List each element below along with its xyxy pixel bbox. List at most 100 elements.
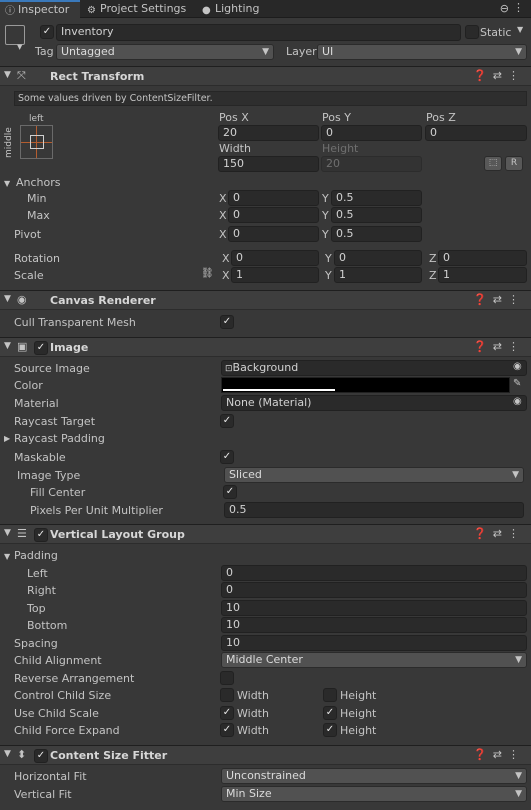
raw-edit-button[interactable]: R — [505, 156, 523, 171]
pivot-x-label: X — [219, 228, 227, 241]
cull-checkbox[interactable]: ✓ — [220, 315, 234, 329]
rot-z-input[interactable]: 0 — [438, 250, 527, 266]
chevron-down-icon[interactable]: ▼ — [17, 43, 22, 51]
padding-right-input[interactable]: 0 — [221, 582, 527, 598]
foldout-arrow-icon[interactable]: ▼ — [4, 528, 11, 538]
source-image-field[interactable]: ⊡Background — [221, 360, 527, 376]
ppu-input[interactable]: 0.5 — [224, 502, 524, 518]
material-field[interactable]: None (Material) — [221, 395, 527, 411]
foldout-arrow-icon[interactable]: ▼ — [4, 341, 11, 351]
image-type-value: Sliced — [229, 468, 262, 481]
link-icon[interactable]: ⛓ — [201, 268, 214, 279]
pivot-y-label: Y — [322, 228, 329, 241]
foldout-arrow-icon[interactable]: ▼ — [4, 294, 11, 304]
raycast-padding-foldout-icon[interactable]: ▶ — [4, 434, 10, 443]
fill-center-checkbox[interactable]: ✓ — [223, 485, 237, 499]
maskable-checkbox[interactable]: ✓ — [220, 450, 234, 464]
static-dropdown-icon[interactable]: ▼ — [517, 25, 523, 34]
kebab-menu-icon[interactable]: ⋮ — [513, 1, 524, 14]
control-width-label: Width — [237, 689, 269, 702]
spacing-input[interactable]: 10 — [221, 635, 527, 651]
raycast-target-checkbox[interactable]: ✓ — [220, 414, 234, 428]
active-checkbox[interactable]: ✓ — [40, 25, 54, 39]
min-x-input[interactable]: 0 — [228, 190, 319, 206]
max-label: Max — [27, 209, 50, 222]
rot-x-input[interactable]: 0 — [231, 250, 319, 266]
scale-y-input[interactable]: 1 — [334, 267, 422, 283]
control-width-checkbox[interactable] — [220, 688, 234, 702]
rot-y-input[interactable]: 0 — [334, 250, 422, 266]
lock-icon[interactable]: ⊖ — [500, 2, 509, 15]
scale-height-checkbox[interactable]: ✓ — [323, 706, 337, 720]
scale-x-input[interactable]: 1 — [231, 267, 319, 283]
bulb-icon: ● — [202, 5, 211, 16]
padding-foldout-icon[interactable]: ▼ — [4, 552, 10, 561]
rot-x-label: X — [222, 252, 230, 265]
posz-input[interactable]: 0 — [425, 125, 527, 141]
tab-project-settings-label: Project Settings — [100, 2, 187, 15]
child-alignment-dropdown[interactable]: Middle Center ▼ — [221, 652, 527, 668]
width-input[interactable]: 150 — [218, 156, 319, 172]
posy-input[interactable]: 0 — [321, 125, 422, 141]
force-expand-label: Child Force Expand — [14, 724, 120, 737]
image-enabled-checkbox[interactable]: ✓ — [34, 341, 48, 355]
material-label: Material — [14, 397, 59, 410]
header-icons[interactable]: ❓⇄⋮ — [473, 293, 525, 306]
expand-width-checkbox[interactable]: ✓ — [220, 723, 234, 737]
vlg-header[interactable]: ▼ ☰ ✓ Vertical Layout Group ❓⇄⋮ — [0, 524, 531, 544]
expand-height-checkbox[interactable]: ✓ — [323, 723, 337, 737]
vlg-enabled-checkbox[interactable]: ✓ — [34, 528, 48, 542]
tab-inspector[interactable]: ⓘ Inspector — [0, 0, 80, 18]
csf-header[interactable]: ▼ ⬍ ✓ Content Size Fitter ❓⇄⋮ — [0, 745, 531, 765]
scale-z-input[interactable]: 1 — [438, 267, 527, 283]
info-icon: ⓘ — [5, 6, 15, 17]
padding-bottom-input[interactable]: 10 — [221, 617, 527, 633]
raycast-target-label: Raycast Target — [14, 415, 96, 428]
horizontal-fit-dropdown[interactable]: Unconstrained ▼ — [221, 768, 527, 784]
tag-dropdown[interactable]: Untagged ▼ — [56, 44, 274, 60]
header-icons[interactable]: ❓⇄⋮ — [473, 69, 525, 82]
control-child-size-label: Control Child Size — [14, 689, 112, 702]
tab-project-settings[interactable]: ⚙ Project Settings — [82, 0, 192, 18]
object-name-input[interactable]: Inventory — [56, 24, 461, 41]
vertical-fit-dropdown[interactable]: Min Size ▼ — [221, 786, 527, 802]
posx-input[interactable]: 20 — [218, 125, 319, 141]
csf-enabled-checkbox[interactable]: ✓ — [34, 749, 48, 763]
layer-dropdown[interactable]: UI ▼ — [317, 44, 527, 60]
max-x-label: X — [219, 209, 227, 222]
canvas-renderer-header[interactable]: ▼ ◉ Canvas Renderer ❓⇄⋮ — [0, 290, 531, 310]
object-picker-icon[interactable]: ◉ — [513, 396, 522, 407]
pivot-y-input[interactable]: 0.5 — [331, 226, 422, 242]
padding-label: Padding — [14, 549, 58, 562]
color-swatch[interactable] — [221, 377, 510, 393]
reverse-checkbox[interactable] — [220, 671, 234, 685]
object-picker-icon[interactable]: ◉ — [513, 361, 522, 372]
eyedropper-icon[interactable]: ✎ — [513, 378, 521, 389]
rect-transform-title: Rect Transform — [50, 70, 145, 83]
header-icons[interactable]: ❓⇄⋮ — [473, 527, 525, 540]
scale-width-checkbox[interactable]: ✓ — [220, 706, 234, 720]
max-x-input[interactable]: 0 — [228, 207, 319, 223]
expand-width-label: Width — [237, 724, 269, 737]
image-header[interactable]: ▼ ▣ ✓ Image ❓⇄⋮ — [0, 337, 531, 357]
height-input: 20 — [321, 156, 422, 172]
padding-left-input[interactable]: 0 — [221, 565, 527, 581]
fill-center-label: Fill Center — [30, 486, 86, 499]
header-icons[interactable]: ❓⇄⋮ — [473, 340, 525, 353]
anchors-foldout-icon[interactable]: ▼ — [4, 179, 10, 188]
blueprint-mode-button[interactable]: ⬚ — [484, 156, 502, 171]
static-checkbox[interactable] — [465, 25, 479, 39]
rect-transform-header[interactable]: ▼ ⤧ Rect Transform ❓⇄⋮ — [0, 66, 531, 86]
foldout-arrow-icon[interactable]: ▼ — [4, 70, 11, 80]
max-y-input[interactable]: 0.5 — [331, 207, 422, 223]
pivot-x-input[interactable]: 0 — [228, 226, 319, 242]
header-icons[interactable]: ❓⇄⋮ — [473, 748, 525, 761]
tab-lighting[interactable]: ● Lighting — [197, 0, 267, 18]
horizontal-fit-value: Unconstrained — [226, 769, 306, 782]
image-type-dropdown[interactable]: Sliced ▼ — [224, 467, 524, 483]
min-y-input[interactable]: 0.5 — [331, 190, 422, 206]
anchor-presets-button[interactable] — [20, 125, 53, 159]
foldout-arrow-icon[interactable]: ▼ — [4, 749, 11, 759]
padding-top-input[interactable]: 10 — [221, 600, 527, 616]
control-height-checkbox[interactable] — [323, 688, 337, 702]
